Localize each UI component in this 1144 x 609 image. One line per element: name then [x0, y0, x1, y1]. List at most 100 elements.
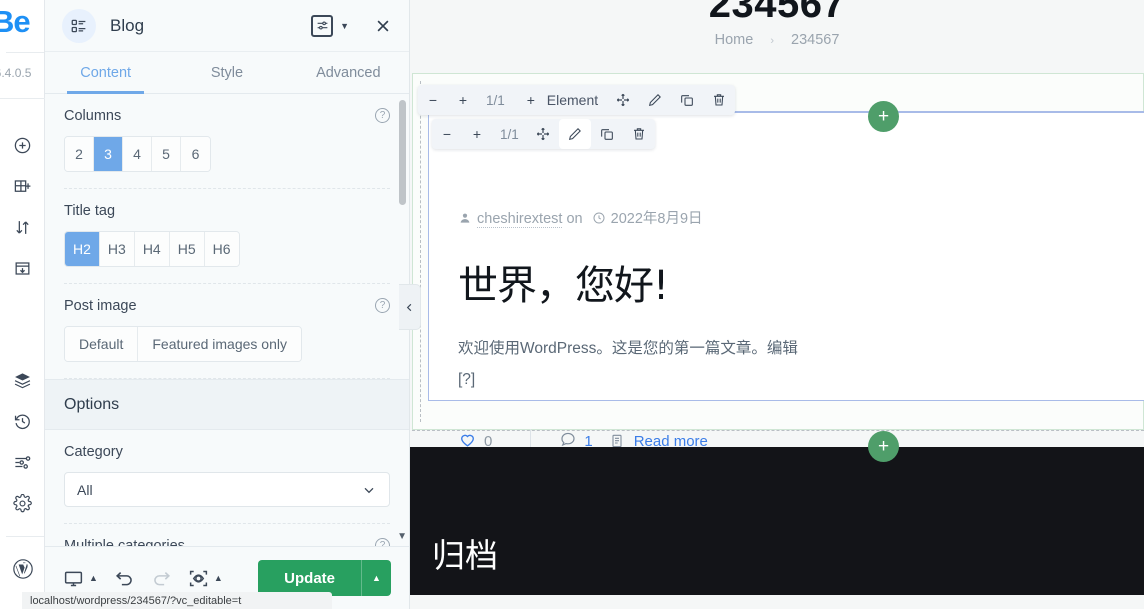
- inner-trash-icon[interactable]: [623, 119, 655, 149]
- post-image-option-featured[interactable]: Featured images only: [138, 327, 301, 361]
- archive-heading: 归档: [432, 536, 498, 575]
- plus-circle-icon[interactable]: [0, 125, 45, 166]
- post-image-help-icon[interactable]: ?: [375, 298, 390, 313]
- canvas-bottom-strip: [410, 595, 1144, 609]
- decrease-width-button[interactable]: −: [418, 85, 448, 115]
- undo-icon[interactable]: [114, 568, 135, 589]
- update-button-group: Update ▲: [258, 560, 391, 596]
- add-row-bottom-button[interactable]: +: [868, 431, 899, 462]
- archive-footer-section[interactable]: 归档: [410, 447, 1144, 595]
- panel-collapse-button[interactable]: [399, 284, 421, 330]
- columns-segmented-control[interactable]: 2 3 4 5 6: [64, 136, 211, 172]
- blog-list-icon: [62, 8, 96, 43]
- breadcrumb: Home › 234567: [410, 32, 1144, 48]
- scroll-down-arrow[interactable]: ▼: [397, 531, 407, 542]
- close-icon[interactable]: [374, 17, 392, 35]
- panel-tabs: Content Style Advanced: [45, 52, 409, 94]
- increase-width-button[interactable]: +: [448, 85, 478, 115]
- columns-option-4[interactable]: 4: [123, 137, 152, 171]
- columns-option-2[interactable]: 2: [65, 137, 94, 171]
- author-icon: [458, 211, 472, 225]
- layers-icon[interactable]: [0, 360, 45, 401]
- browser-left-strip: Be 26.4.0.5: [0, 0, 332, 609]
- columns-label: Columns: [64, 108, 122, 124]
- category-select[interactable]: All: [64, 472, 390, 507]
- field-title-tag: Title tag H2 H3 H4 H5 H6: [64, 189, 390, 284]
- inner-pencil-icon[interactable]: [558, 119, 591, 149]
- panel-fields: Columns ? 2 3 4 5 6 Title tag H2 H3 H4 H…: [45, 94, 409, 546]
- element-options-caret[interactable]: ▼: [340, 21, 349, 31]
- title-tag-option-h4[interactable]: H4: [134, 232, 170, 266]
- title-tag-option-h5[interactable]: H5: [169, 232, 205, 266]
- tab-advanced[interactable]: Advanced: [288, 52, 409, 93]
- inner-width-ratio-label: 1/1: [500, 126, 519, 142]
- field-multiple-categories: Multiple categories ?: [64, 524, 390, 546]
- sort-arrows-icon[interactable]: [0, 207, 45, 248]
- redo-icon[interactable]: [151, 568, 172, 589]
- columns-option-6[interactable]: 6: [181, 137, 210, 171]
- columns-option-5[interactable]: 5: [152, 137, 181, 171]
- editor-tools-rail: [0, 125, 45, 524]
- browser-status-bar: localhost/wordpress/234567/?vc_editable=…: [22, 592, 332, 609]
- field-category: Category All: [64, 430, 390, 524]
- add-element-button[interactable]: Element: [543, 85, 607, 115]
- inner-decrease-width-button[interactable]: −: [432, 119, 462, 149]
- monitor-icon[interactable]: ▲: [63, 568, 98, 589]
- panel-title: Blog: [110, 15, 145, 35]
- move-icon[interactable]: [607, 85, 639, 115]
- columns-help-icon[interactable]: ?: [375, 108, 390, 123]
- field-post-image: Post image ? Default Featured images onl…: [64, 284, 390, 379]
- trash-icon[interactable]: [703, 85, 735, 115]
- page-title: 234567: [708, 0, 846, 26]
- element-options-icon[interactable]: [311, 14, 334, 37]
- preview-caret[interactable]: ▲: [214, 573, 223, 583]
- post-date: 2022年8月9日: [610, 211, 703, 227]
- wordpress-icon[interactable]: [0, 552, 45, 586]
- panel-scroll-area: Columns ? 2 3 4 5 6 Title tag H2 H3 H4 H…: [45, 94, 409, 546]
- duplicate-icon[interactable]: [671, 85, 703, 115]
- panel-scrollbar-thumb[interactable]: [399, 100, 406, 205]
- title-tag-segmented-control[interactable]: H2 H3 H4 H5 H6: [64, 231, 240, 267]
- multiple-categories-label: Multiple categories: [64, 538, 185, 546]
- sliders-icon[interactable]: [0, 442, 45, 483]
- blog-post-preview: cheshirextest on 2022年8月9日 世界，您好! 欢迎使用Wo…: [458, 205, 808, 453]
- post-image-option-default[interactable]: Default: [65, 327, 139, 361]
- strip-divider-2: [0, 98, 45, 99]
- breadcrumb-home[interactable]: Home: [715, 32, 754, 48]
- update-button[interactable]: Update: [258, 560, 361, 596]
- history-clock-icon[interactable]: [0, 401, 45, 442]
- panel-header: Blog ▼: [45, 0, 409, 52]
- update-dropdown-caret[interactable]: ▲: [361, 560, 391, 596]
- tab-content[interactable]: Content: [45, 52, 166, 94]
- download-box-icon[interactable]: [0, 248, 45, 289]
- inner-increase-width-button[interactable]: +: [462, 119, 492, 149]
- inner-move-icon[interactable]: [527, 119, 559, 149]
- multiple-categories-help-icon[interactable]: ?: [375, 538, 390, 546]
- post-author[interactable]: cheshirextest: [477, 211, 563, 228]
- element-settings-panel: Blog ▼ Content Style Advanced Columns ? …: [45, 0, 421, 609]
- tab-style[interactable]: Style: [166, 52, 287, 93]
- add-row-top-button[interactable]: +: [868, 101, 899, 132]
- title-tag-option-h3[interactable]: H3: [99, 232, 135, 266]
- post-image-segmented-control[interactable]: Default Featured images only: [64, 326, 302, 362]
- post-excerpt: 欢迎使用WordPress。这是您的第一篇文章。编辑 [?]: [458, 340, 798, 388]
- clock-icon: [592, 211, 606, 225]
- add-element-plus-icon[interactable]: +: [513, 85, 543, 115]
- version-label: 26.4.0.5: [0, 66, 32, 80]
- post-title[interactable]: 世界，您好!: [458, 253, 808, 311]
- inner-duplicate-icon[interactable]: [591, 119, 623, 149]
- strip-divider-3: [6, 536, 44, 537]
- pencil-icon[interactable]: [639, 85, 671, 115]
- post-meta: cheshirextest on 2022年8月9日: [458, 205, 808, 233]
- gear-icon[interactable]: [0, 483, 45, 524]
- title-tag-option-h6[interactable]: H6: [204, 232, 239, 266]
- element-toolbar-inner: − + 1/1: [432, 119, 655, 149]
- responsive-caret[interactable]: ▲: [89, 573, 98, 583]
- preview-eye-icon[interactable]: ▲: [188, 568, 223, 589]
- layout-add-icon[interactable]: [0, 166, 45, 207]
- breadcrumb-current: 234567: [791, 32, 840, 48]
- chevron-down-icon: [361, 482, 377, 498]
- title-tag-option-h2[interactable]: H2: [65, 232, 100, 266]
- title-tag-label: Title tag: [64, 203, 116, 219]
- columns-option-3[interactable]: 3: [94, 137, 123, 171]
